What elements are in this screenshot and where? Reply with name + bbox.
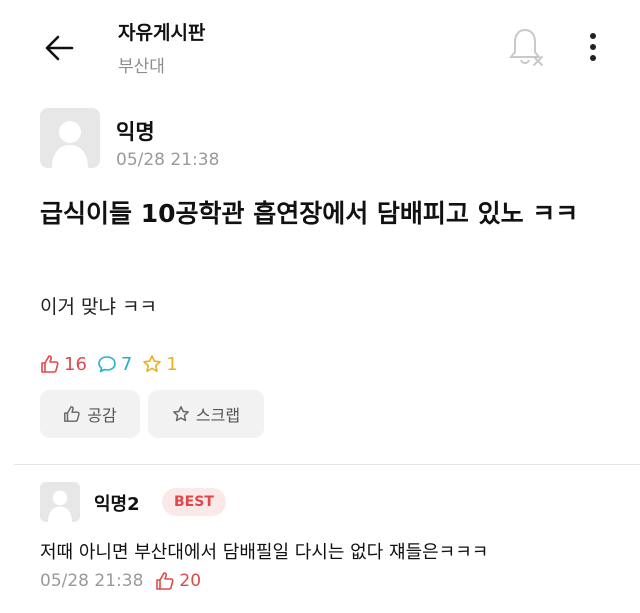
comment-author-name: 익명2 xyxy=(94,494,140,515)
scrap-count: 1 xyxy=(166,353,178,375)
bell-off-icon xyxy=(508,28,543,66)
app-header: 자유게시판 부산대 xyxy=(0,0,640,92)
like-button-label: 공감 xyxy=(87,406,117,425)
default-avatar-icon xyxy=(48,490,72,522)
post-stats: 16 7 1 xyxy=(40,350,188,378)
star-icon xyxy=(172,406,189,422)
post-author-block: 익명 05/28 21:38 xyxy=(40,108,440,172)
comment-like-count: 20 xyxy=(179,571,202,591)
thumbs-up-icon xyxy=(41,355,59,373)
avatar xyxy=(40,482,80,522)
speech-bubble-icon xyxy=(98,356,116,373)
comment-meta: 05/28 21:38 20 xyxy=(40,571,201,591)
scrap-button[interactable]: 스크랩 xyxy=(148,390,264,438)
comment-count-stat: 7 xyxy=(97,354,132,375)
comment-item: 익명2 BEST 저때 아니면 부산대에서 담배필일 다시는 없다 쟤들은ㅋㅋㅋ… xyxy=(40,482,620,602)
thumbs-up-icon xyxy=(64,406,80,422)
post-title: 급식이들 10공학관 흡연장에서 담배피고 있노 ㅋㅋ xyxy=(40,199,579,228)
comment-text: 저때 아니면 부산대에서 담배필일 다시는 없다 쟤들은ㅋㅋㅋ xyxy=(40,542,489,563)
comment-timestamp: 05/28 21:38 xyxy=(40,571,144,591)
like-button[interactable]: 공감 xyxy=(40,390,140,438)
more-options-button[interactable] xyxy=(580,28,606,68)
avatar xyxy=(40,108,100,168)
like-count-stat: 16 xyxy=(40,354,87,375)
comment-like-count-stat: 20 xyxy=(155,571,201,591)
scrap-button-label: 스크랩 xyxy=(195,406,241,425)
scrap-count-stat: 1 xyxy=(142,353,178,375)
best-badge: BEST xyxy=(162,488,226,516)
section-divider xyxy=(14,464,640,465)
back-arrow-icon xyxy=(45,35,74,61)
post-timestamp: 05/28 21:38 xyxy=(116,150,220,170)
comment-count: 7 xyxy=(120,353,133,375)
post-body: 이거 맞냐 ㅋㅋ xyxy=(40,296,157,318)
back-button[interactable] xyxy=(40,30,80,66)
more-vertical-icon xyxy=(590,33,596,61)
board-subtitle: 부산대 xyxy=(118,57,165,77)
star-icon xyxy=(143,355,162,372)
thumbs-up-icon xyxy=(156,572,174,590)
board-title: 자유게시판 xyxy=(118,22,206,44)
notification-toggle-button[interactable] xyxy=(508,26,546,68)
default-avatar-icon xyxy=(52,121,88,168)
post-author-name: 익명 xyxy=(116,120,155,144)
like-count: 16 xyxy=(64,353,87,375)
